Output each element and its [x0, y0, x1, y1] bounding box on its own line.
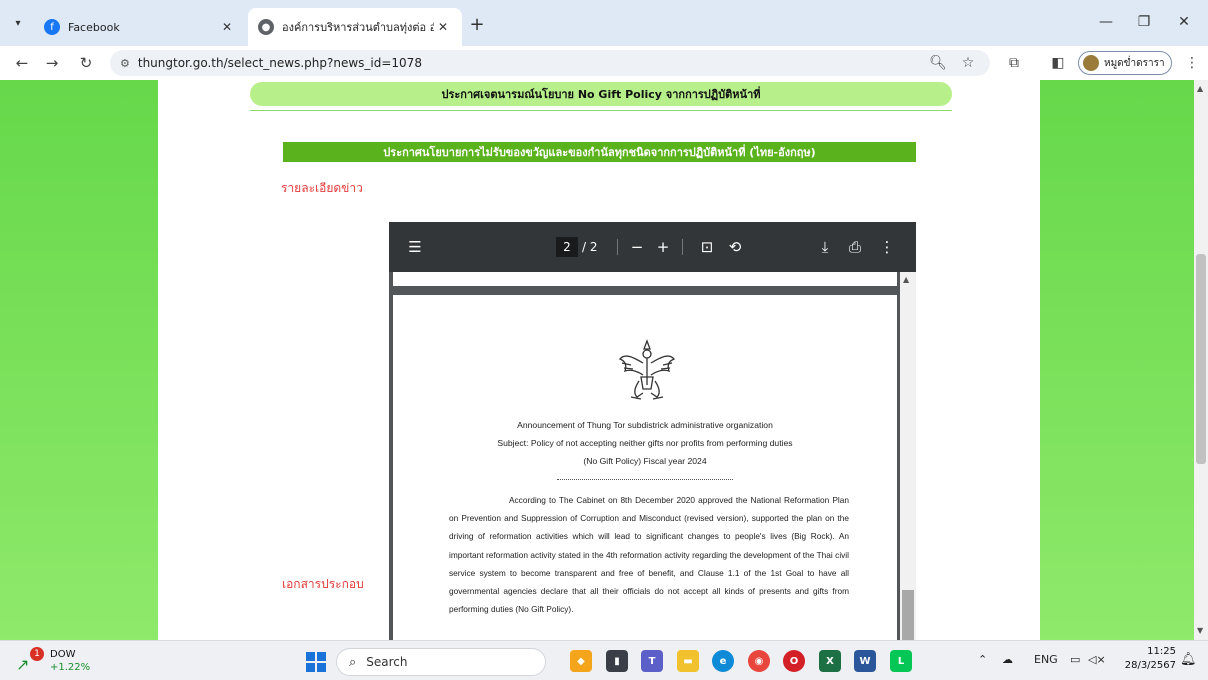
pdf-more-icon[interactable]: ⋮ — [875, 236, 899, 258]
volume-icon[interactable]: ◁× — [1088, 653, 1106, 666]
excel-icon[interactable]: X — [819, 650, 841, 672]
pdf-page-input[interactable]: 2 — [556, 237, 578, 257]
tray-chevron-icon[interactable]: ⌃ — [978, 653, 987, 666]
line-icon[interactable]: L — [890, 650, 912, 672]
stock-widget[interactable]: ↗ 1 DOW +1.22% — [12, 647, 102, 675]
globe-icon: ● — [258, 19, 274, 35]
detail-label: รายละเอียดข่าว — [281, 181, 363, 195]
search-placeholder: Search — [366, 655, 408, 669]
print-icon[interactable]: ⎙ — [843, 236, 867, 258]
toolbar-separator — [682, 239, 683, 255]
pdf-page: Announcement of Thung Tor subdistrick ad… — [393, 295, 897, 640]
doc-policy-line: (No Gift Policy) Fiscal year 2024 — [583, 456, 707, 466]
opera-icon[interactable]: O — [783, 650, 805, 672]
extensions-icon[interactable]: ⧉ — [1002, 51, 1026, 75]
tab-thungtor[interactable]: ● องค์การบริหารส่วนตำบลทุ่งต่อ อำเภอ ✕ — [248, 8, 462, 46]
top-banner[interactable]: ประกาศเจตนารมณ์นโยบาย No Gift Policy จาก… — [250, 82, 952, 106]
file-explorer-icon[interactable]: ▬ — [677, 650, 699, 672]
start-button[interactable] — [306, 652, 326, 672]
word-icon[interactable]: W — [854, 650, 876, 672]
stock-name: DOW — [50, 649, 76, 660]
forward-button[interactable]: → — [40, 51, 64, 75]
tab-facebook[interactable]: f Facebook ✕ — [34, 8, 246, 46]
rotate-icon[interactable]: ⟲ — [723, 236, 747, 258]
time: 11:25 — [1147, 646, 1176, 657]
avatar — [1083, 55, 1099, 71]
browser-toolbar: ← → ↻ ⚙ thungtor.go.th/select_news.php?n… — [0, 46, 1208, 80]
content-area: ประกาศเจตนารมณ์นโยบาย No Gift Policy จาก… — [158, 80, 1040, 640]
zoom-icon[interactable]: 🔍︎ — [926, 51, 950, 75]
notification-badge: 1 — [30, 647, 44, 661]
edge-icon[interactable]: e — [712, 650, 734, 672]
language-indicator[interactable]: ENG — [1034, 653, 1058, 666]
new-tab-button[interactable]: + — [466, 13, 488, 35]
zoom-in-icon[interactable]: + — [651, 236, 675, 258]
right-green-margin — [1040, 80, 1194, 640]
news-title: ประกาศนโยบายการไม่รับของขวัญและของกำนัลท… — [283, 142, 916, 162]
restore-button[interactable]: ❐ — [1126, 10, 1162, 34]
pdf-viewer: ☰ 2 / 2 − + ⊡ ⟲ ⤓ ⎙ ⋮ Announcement of Th… — [389, 222, 916, 640]
minimize-button[interactable]: — — [1088, 10, 1124, 34]
chrome-icon[interactable]: ◉ — [748, 650, 770, 672]
reload-button[interactable]: ↻ — [74, 51, 98, 75]
pdf-page-total: / 2 — [582, 240, 598, 254]
stock-trend-icon: ↗ — [16, 655, 30, 674]
pdf-scrollbar[interactable]: ▲ — [900, 272, 916, 640]
tab-title: Facebook — [68, 20, 120, 34]
tab-strip: ▾ f Facebook ✕ ● องค์การบริหารส่วนตำบลทุ… — [0, 0, 1208, 46]
toolbar-separator — [617, 239, 618, 255]
close-tab-icon[interactable]: ✕ — [434, 20, 452, 34]
bookmark-star-icon[interactable]: ☆ — [956, 51, 980, 75]
attachment-label: เอกสารประกอบ — [282, 577, 364, 591]
search-icon: ⌕ — [349, 654, 357, 670]
task-view-icon[interactable]: ▮ — [606, 650, 628, 672]
taskbar-search[interactable]: ⌕ Search — [336, 648, 546, 676]
date: 28/3/2567 — [1124, 660, 1176, 671]
display-icon[interactable]: ▭ — [1070, 653, 1080, 666]
clock[interactable]: 11:25 28/3/2567 — [1120, 645, 1176, 673]
doc-paragraph: According to The Cabinet on 8th December… — [449, 495, 849, 615]
divider — [250, 110, 952, 111]
zoom-out-icon[interactable]: − — [625, 236, 649, 258]
fit-page-icon[interactable]: ⊡ — [695, 236, 719, 258]
widgets-app-icon[interactable]: ◆ — [570, 650, 592, 672]
download-icon[interactable]: ⤓ — [813, 236, 837, 258]
doc-heading-line: Announcement of Thung Tor subdistrick ad… — [517, 420, 773, 430]
scroll-up-icon[interactable]: ▲ — [1197, 84, 1203, 93]
taskbar: ↗ 1 DOW +1.22% ⌕ Search ◆ ▮ T ▬ e ◉ O X … — [0, 640, 1208, 680]
tab-search-chevron-icon[interactable]: ▾ — [8, 14, 28, 32]
url-text: thungtor.go.th/select_news.php?news_id=1… — [137, 56, 422, 70]
tab-title: องค์การบริหารส่วนตำบลทุ่งต่อ อำเภอ — [282, 21, 434, 34]
page-scroll-thumb[interactable] — [1196, 254, 1206, 464]
page-viewport: ประกาศเจตนารมณ์นโยบาย No Gift Policy จาก… — [0, 80, 1194, 640]
network-icon[interactable]: ☁ — [1002, 653, 1013, 666]
address-bar[interactable]: ⚙ thungtor.go.th/select_news.php?news_id… — [110, 50, 990, 76]
garuda-emblem-icon — [618, 339, 676, 400]
left-green-margin — [0, 80, 158, 640]
back-button[interactable]: ← — [10, 51, 34, 75]
side-panel-icon[interactable]: ◧ — [1046, 51, 1070, 75]
profile-button[interactable]: หมูดข่ำดรารา — [1078, 51, 1172, 75]
stock-change: +1.22% — [50, 662, 91, 673]
teams-icon[interactable]: T — [641, 650, 663, 672]
doc-body: According to The Cabinet on 8th December… — [449, 491, 849, 618]
pdf-menu-icon[interactable]: ☰ — [403, 236, 427, 258]
pdf-toolbar: ☰ 2 / 2 − + ⊡ ⟲ ⤓ ⎙ ⋮ — [389, 222, 916, 272]
profile-name: หมูดข่ำดรารา — [1104, 57, 1165, 69]
pdf-previous-page — [393, 272, 897, 286]
close-tab-icon[interactable]: ✕ — [218, 20, 236, 34]
scroll-down-icon[interactable]: ▼ — [1197, 626, 1203, 635]
site-info-icon[interactable]: ⚙ — [120, 57, 130, 70]
close-window-button[interactable]: ✕ — [1166, 10, 1202, 34]
doc-subject-line: Subject: Policy of not accepting neither… — [497, 438, 793, 448]
notification-bell-icon[interactable]: 🔔︎ — [1180, 652, 1197, 667]
browser-menu-icon[interactable]: ⋮ — [1180, 51, 1204, 75]
doc-divider — [557, 479, 733, 480]
scroll-up-icon[interactable]: ▲ — [903, 275, 909, 284]
facebook-icon: f — [44, 19, 60, 35]
page-scrollbar[interactable]: ▲ ▼ — [1194, 80, 1208, 640]
pdf-scroll-thumb[interactable] — [902, 590, 914, 640]
